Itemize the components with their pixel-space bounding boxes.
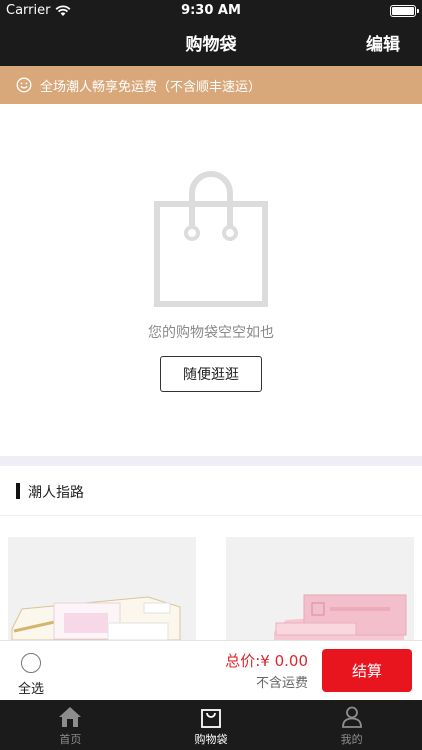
total-label: 总价: — [225, 652, 261, 670]
user-icon — [341, 706, 362, 728]
total-value: ¥ 0.00 — [260, 652, 308, 670]
smile-icon — [16, 77, 32, 93]
section-title: 潮人指路 — [28, 485, 84, 501]
tab-cart[interactable]: 购物袋 — [141, 700, 282, 750]
tab-profile[interactable]: 我的 — [281, 700, 422, 750]
tab-bar: 首页 购物袋 我的 — [0, 700, 422, 750]
shipping-note: 不含运费 — [255, 676, 308, 691]
page-title: 购物袋 — [185, 35, 237, 55]
total-price: 总价:¥ 0.00 — [225, 650, 308, 671]
tab-home-label: 首页 — [59, 733, 82, 746]
banner-text: 全场潮人畅享免运费（不含顺丰速运） — [40, 79, 262, 95]
tab-cart-label: 购物袋 — [194, 733, 228, 746]
battery-icon — [390, 5, 419, 17]
header: Carrier 9:30 AM 购物袋 编辑 — [0, 0, 422, 66]
section-marker — [16, 483, 20, 499]
product-card[interactable] — [226, 537, 414, 640]
empty-cart-panel: 您的购物袋空空如也 随便逛逛 — [0, 104, 422, 456]
select-all-label: 全选 — [18, 682, 45, 697]
home-icon — [59, 707, 82, 727]
edit-button[interactable]: 编辑 — [366, 30, 400, 55]
checkout-button[interactable]: 结算 — [322, 649, 412, 692]
product-grid — [0, 517, 422, 640]
checkout-bar: 全选 总价:¥ 0.00 不含运费 结算 — [0, 640, 422, 700]
section-header: 潮人指路 — [0, 466, 422, 516]
product-image — [226, 537, 414, 640]
product-image — [8, 537, 196, 640]
free-shipping-banner: 全场潮人畅享免运费（不含顺丰速运） — [0, 66, 422, 104]
product-card[interactable] — [8, 537, 196, 640]
browse-button[interactable]: 随便逛逛 — [160, 356, 262, 392]
empty-cart-message: 您的购物袋空空如也 — [148, 325, 274, 341]
tab-profile-label: 我的 — [340, 733, 363, 746]
select-all-checkbox[interactable] — [21, 653, 41, 673]
status-bar: Carrier 9:30 AM — [0, 0, 422, 22]
tab-home[interactable]: 首页 — [0, 700, 141, 750]
status-time: 9:30 AM — [181, 3, 241, 18]
section-divider — [0, 456, 422, 466]
empty-bag-icon — [154, 171, 268, 307]
bag-icon — [201, 709, 221, 728]
